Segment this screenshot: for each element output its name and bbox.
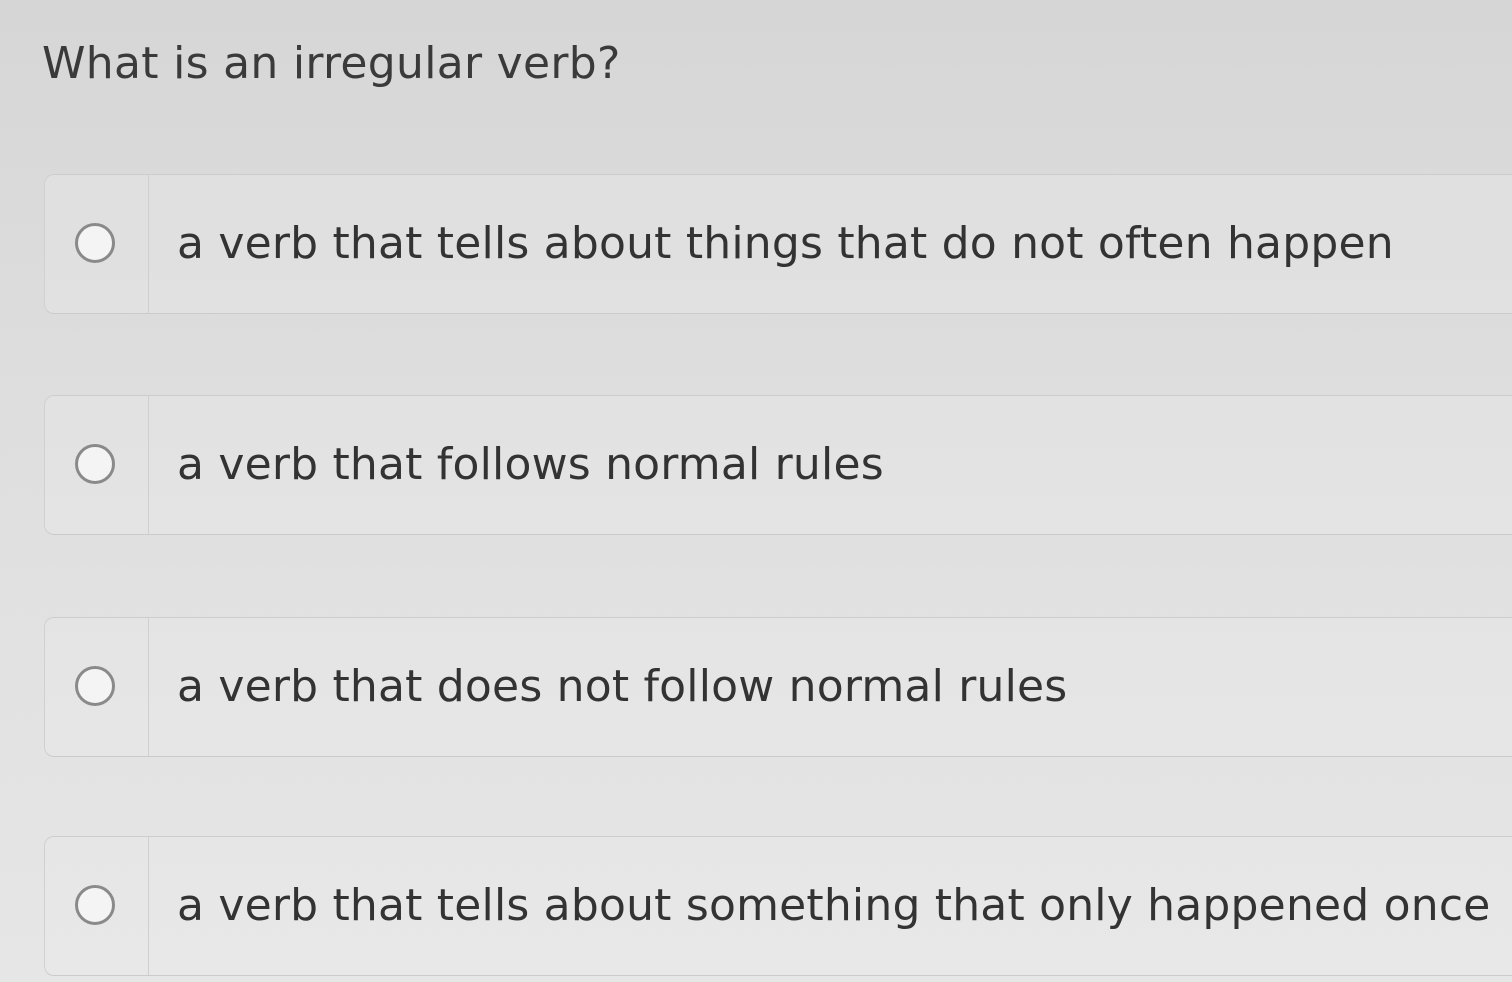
radio-cell — [45, 837, 149, 975]
answer-option-3[interactable]: a verb that does not follow normal rules — [44, 617, 1512, 757]
radio-cell — [45, 175, 149, 313]
answer-option-label: a verb that follows normal rules — [177, 439, 884, 490]
answer-option-2[interactable]: a verb that follows normal rules — [44, 395, 1512, 535]
answer-option-label: a verb that tells about things that do n… — [177, 218, 1394, 269]
answer-option-1[interactable]: a verb that tells about things that do n… — [44, 174, 1512, 314]
radio-button-icon[interactable] — [75, 666, 115, 706]
radio-button-icon[interactable] — [75, 444, 115, 484]
radio-cell — [45, 618, 149, 756]
answer-option-label: a verb that does not follow normal rules — [177, 661, 1068, 712]
radio-button-icon[interactable] — [75, 223, 115, 263]
answer-option-label: a verb that tells about something that o… — [177, 880, 1491, 931]
answer-options: a verb that tells about things that do n… — [0, 0, 1512, 982]
radio-button-icon[interactable] — [75, 885, 115, 925]
answer-option-4[interactable]: a verb that tells about something that o… — [44, 836, 1512, 976]
radio-cell — [45, 396, 149, 534]
